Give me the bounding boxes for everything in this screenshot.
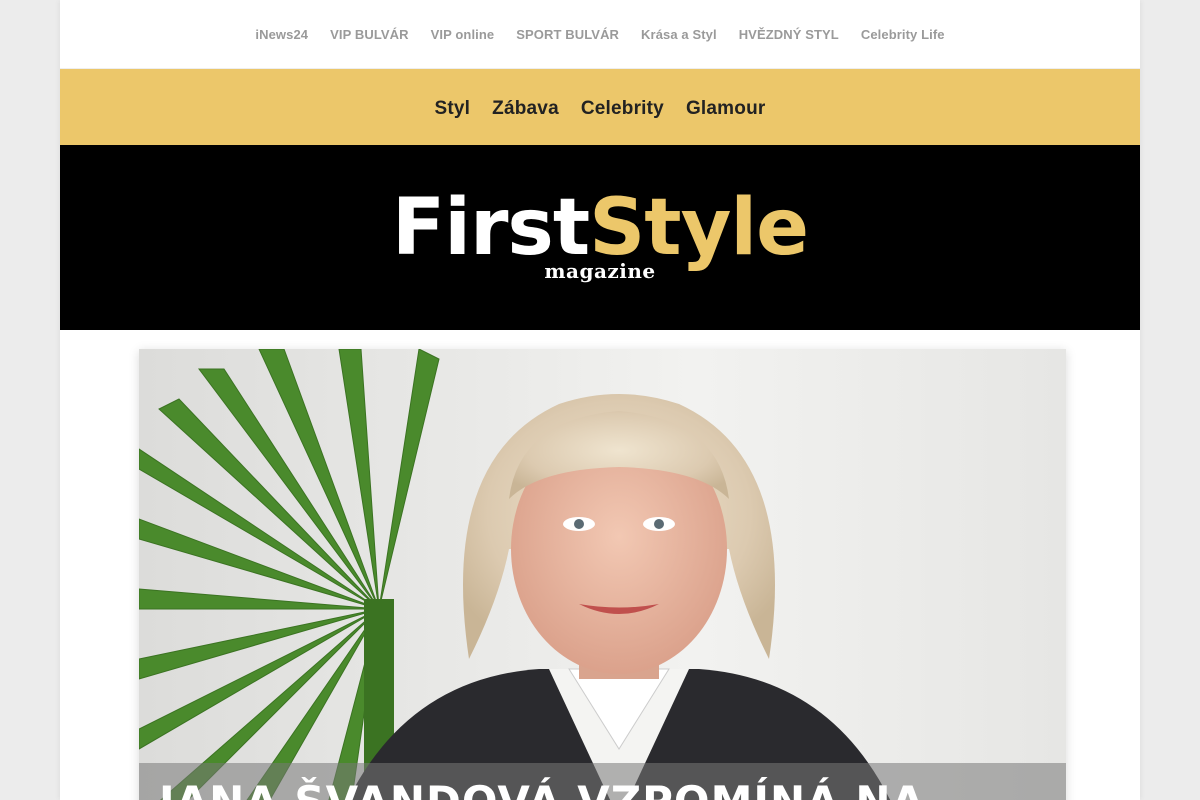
network-link-krasa-a-styl[interactable]: Krása a Styl <box>630 27 728 42</box>
hero-headline-bar: JANA ŠVANDOVÁ VZPOMÍNÁ NA <box>139 763 1066 800</box>
category-glamour[interactable]: Glamour <box>686 98 766 120</box>
network-link-vip-online[interactable]: VIP online <box>420 27 506 42</box>
category-styl[interactable]: Styl <box>435 98 471 120</box>
category-celebrity[interactable]: Celebrity <box>581 98 664 120</box>
network-link-celebrity-life[interactable]: Celebrity Life <box>850 27 956 42</box>
site-logo[interactable]: FirstStyle magazine <box>392 189 809 281</box>
network-link-inews24[interactable]: iNews24 <box>244 27 319 42</box>
hero-photo <box>139 349 1066 800</box>
category-zabava[interactable]: Zábava <box>492 98 559 120</box>
network-link-vip-bulvar[interactable]: VIP BULVÁR <box>319 27 420 42</box>
network-link-sport-bulvar[interactable]: SPORT BULVÁR <box>505 27 630 42</box>
network-links-bar: iNews24 VIP BULVÁR VIP online SPORT BULV… <box>60 0 1140 69</box>
hero-article[interactable]: JANA ŠVANDOVÁ VZPOMÍNÁ NA <box>139 349 1066 800</box>
hero-headline[interactable]: JANA ŠVANDOVÁ VZPOMÍNÁ NA <box>159 777 925 800</box>
page: iNews24 VIP BULVÁR VIP online SPORT BULV… <box>60 0 1140 800</box>
logo-band: FirstStyle magazine <box>60 145 1140 330</box>
category-nav: Styl Zábava Celebrity Glamour <box>60 69 1140 145</box>
network-link-hvezdny-styl[interactable]: HVĚZDNÝ STYL <box>728 27 850 42</box>
